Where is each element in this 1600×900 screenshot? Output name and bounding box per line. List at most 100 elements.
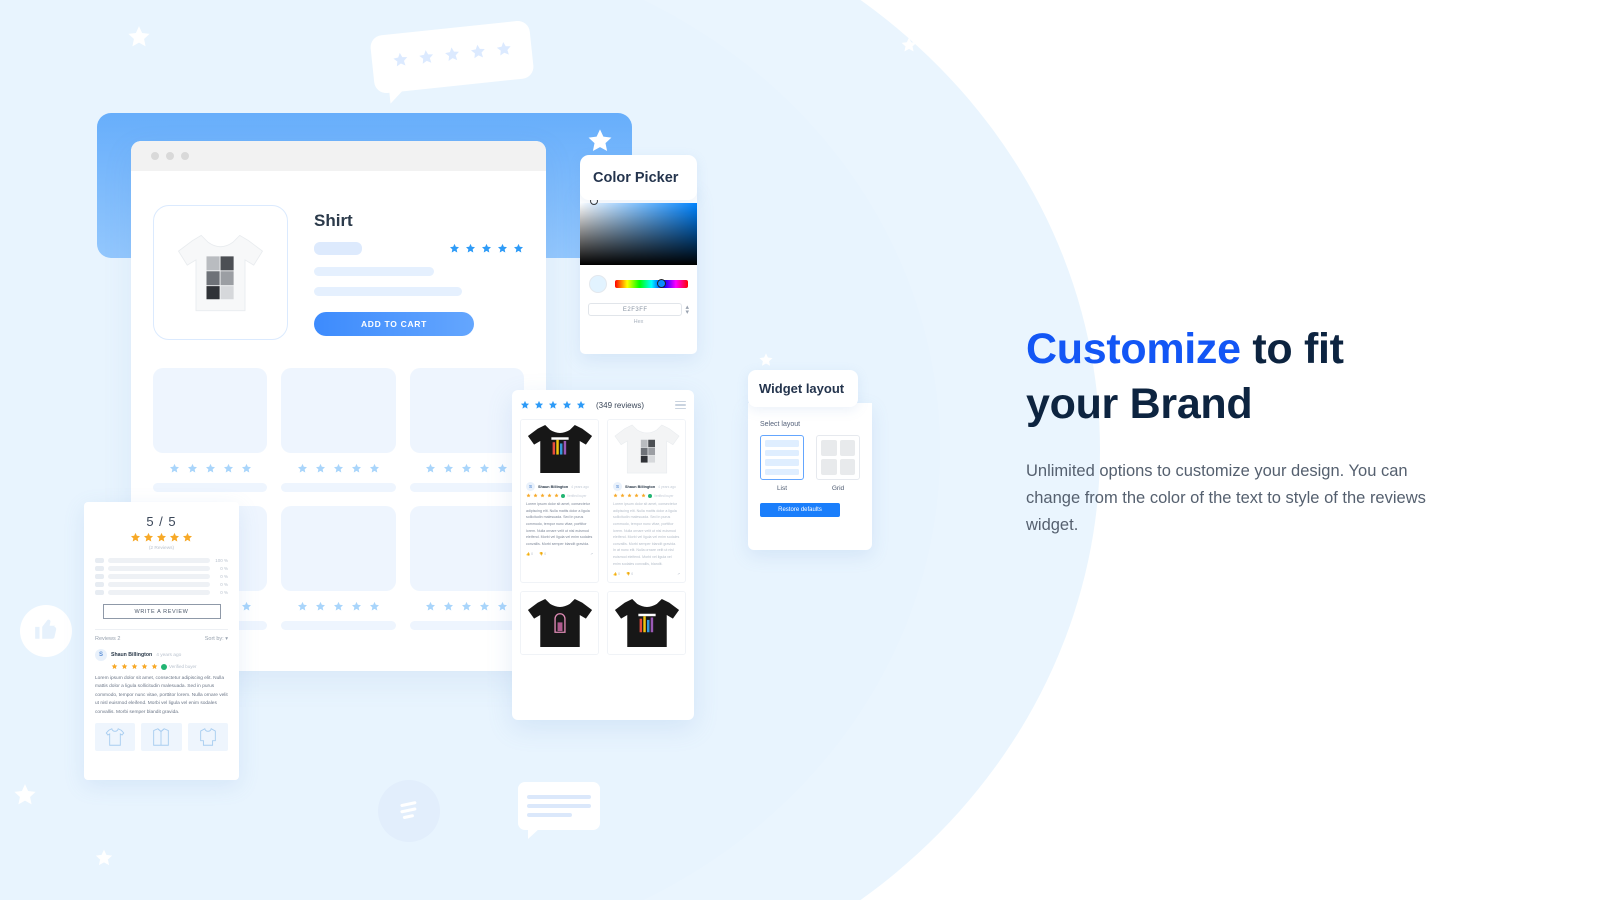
dislike-button[interactable]: 👎 0 xyxy=(539,552,546,556)
avatar: S xyxy=(613,482,622,491)
review-photo xyxy=(608,592,685,655)
star-icon xyxy=(111,663,118,670)
select-layout-label: Select layout xyxy=(760,421,801,428)
mobile-review-footer: 👍 0 👎 0 ↗ xyxy=(526,552,593,556)
grid-item-stars xyxy=(281,601,395,612)
star-icon xyxy=(540,493,545,498)
star-decoration xyxy=(94,848,114,868)
write-review-button[interactable]: WRITE A REVIEW xyxy=(102,604,221,619)
rating-bar-row[interactable]: 0 % xyxy=(95,590,228,595)
reviews-toolbar: Reviews 2 Sort by: ▾ xyxy=(95,629,228,642)
mobile-review-count: (349 reviews) xyxy=(596,400,645,410)
review-header: S Shaun Billington 4 years ago xyxy=(95,649,228,661)
hamburger-icon[interactable] xyxy=(675,400,686,410)
stepper-down-icon[interactable]: ▾ xyxy=(685,309,689,316)
share-icon[interactable]: ↗ xyxy=(590,552,593,556)
like-button[interactable]: 👍 0 xyxy=(613,572,620,576)
restore-defaults-button[interactable]: Restore defaults xyxy=(760,503,840,517)
grid-item-line xyxy=(281,483,396,492)
avatar: S xyxy=(95,649,107,661)
description-placeholder xyxy=(314,287,462,296)
layout-option-label: Grid xyxy=(831,485,845,492)
grid-item[interactable] xyxy=(409,368,524,492)
price-placeholder xyxy=(314,242,362,255)
rating-bar-pct: 0 % xyxy=(220,590,228,595)
star-icon xyxy=(494,40,513,64)
dislike-button[interactable]: 👎 0 xyxy=(626,572,633,576)
review-subheader: Verified buyer xyxy=(111,663,228,670)
mobile-rating: (349 reviews) xyxy=(520,400,644,410)
layout-option-grid[interactable]: Grid xyxy=(816,435,860,492)
review-time: 4 years ago xyxy=(571,484,589,489)
page-subtitle: Unlimited options to customize your desi… xyxy=(1026,462,1426,534)
mobile-review-card[interactable] xyxy=(520,591,599,656)
list-layout-preview xyxy=(760,435,804,480)
rating-bar-pct: 0 % xyxy=(220,566,228,571)
share-icon[interactable]: ↗ xyxy=(677,572,680,576)
grid-item[interactable] xyxy=(409,506,524,630)
hue-knob[interactable] xyxy=(656,279,666,288)
reviews-word: Reviews xyxy=(95,636,116,642)
verified-buyer-label: Verified buyer xyxy=(567,493,587,498)
tshirt-icon[interactable] xyxy=(95,722,136,751)
grid-item[interactable] xyxy=(153,368,268,492)
mobile-review-text: Lorem ipsum dolor sit amet, consectetur … xyxy=(526,502,593,546)
rating-bar-track xyxy=(108,574,210,579)
add-to-cart-button[interactable]: ADD TO CART xyxy=(314,312,474,336)
star-icon xyxy=(634,493,639,498)
star-count-icon xyxy=(95,574,104,579)
review-count: (2 Reviews) xyxy=(148,546,175,551)
star-icon xyxy=(468,42,487,66)
window-dot-close[interactable] xyxy=(151,152,159,160)
grid-item[interactable] xyxy=(281,368,396,492)
hue-slider[interactable] xyxy=(615,279,688,288)
mobile-review-card[interactable]: S Shaun Billington 4 years ago Verified … xyxy=(607,419,686,584)
star-icon xyxy=(141,663,148,670)
rating-bar-row[interactable]: 100 % xyxy=(95,558,228,563)
window-dot-maximize[interactable] xyxy=(181,152,189,160)
mobile-review-card[interactable]: S Shaun Billington 4 years ago Verified … xyxy=(520,419,599,584)
widget-layout-panel: Select layout List Grid Restore defaults xyxy=(748,403,872,550)
review-time: 4 years ago xyxy=(658,484,676,489)
hex-input[interactable]: E2F3FF xyxy=(588,303,683,316)
star-icon xyxy=(620,493,625,498)
like-button[interactable]: 👍 0 xyxy=(526,552,533,556)
rating-bar-row[interactable]: 0 % xyxy=(95,582,228,587)
longsleeve-icon[interactable] xyxy=(187,722,228,751)
grid-item-image xyxy=(281,368,396,453)
rating-bar-track xyxy=(108,566,210,571)
color-picker-controls xyxy=(580,265,697,293)
thumbs-up-decoration xyxy=(20,605,72,657)
hex-stepper[interactable]: ▴ ▾ xyxy=(685,304,689,316)
speech-line xyxy=(527,813,572,817)
star-icon xyxy=(627,493,632,498)
chevron-down-icon: ▾ xyxy=(225,636,228,642)
grid-item-line xyxy=(409,483,524,492)
mobile-review-card[interactable] xyxy=(607,591,686,656)
mobile-widget-header: (349 reviews) xyxy=(520,400,686,410)
mobile-review-body: S Shaun Billington 4 years ago Verified … xyxy=(608,478,685,582)
tshirt-photo-icon xyxy=(168,223,273,323)
current-color-swatch xyxy=(589,275,607,293)
mobile-review-body: S Shaun Billington 4 years ago Verified … xyxy=(521,478,598,562)
layout-option-list[interactable]: List xyxy=(760,435,804,492)
saturation-value-area[interactable] xyxy=(580,197,697,265)
rating-bar-row[interactable]: 0 % xyxy=(95,574,228,579)
reviewer-name: Shaun Billington xyxy=(111,652,153,658)
product-image xyxy=(153,205,288,340)
thumbs-up-icon xyxy=(33,616,59,647)
grid-item-stars xyxy=(410,463,524,474)
check-circle-icon xyxy=(648,493,652,498)
grid-item-image xyxy=(281,506,396,591)
star-icon xyxy=(526,493,531,498)
check-circle-icon xyxy=(561,493,565,498)
shirt-icon[interactable] xyxy=(141,722,182,751)
grid-item-line xyxy=(281,621,396,630)
sort-by-dropdown[interactable]: Sort by: ▾ xyxy=(205,636,228,642)
rating-distribution: 100 % 0 % 0 % 0 % 0 % xyxy=(95,558,228,595)
grid-item[interactable] xyxy=(281,506,396,630)
star-icon xyxy=(554,493,559,498)
star-icon xyxy=(442,45,461,69)
rating-bar-row[interactable]: 0 % xyxy=(95,566,228,571)
window-dot-minimize[interactable] xyxy=(166,152,174,160)
